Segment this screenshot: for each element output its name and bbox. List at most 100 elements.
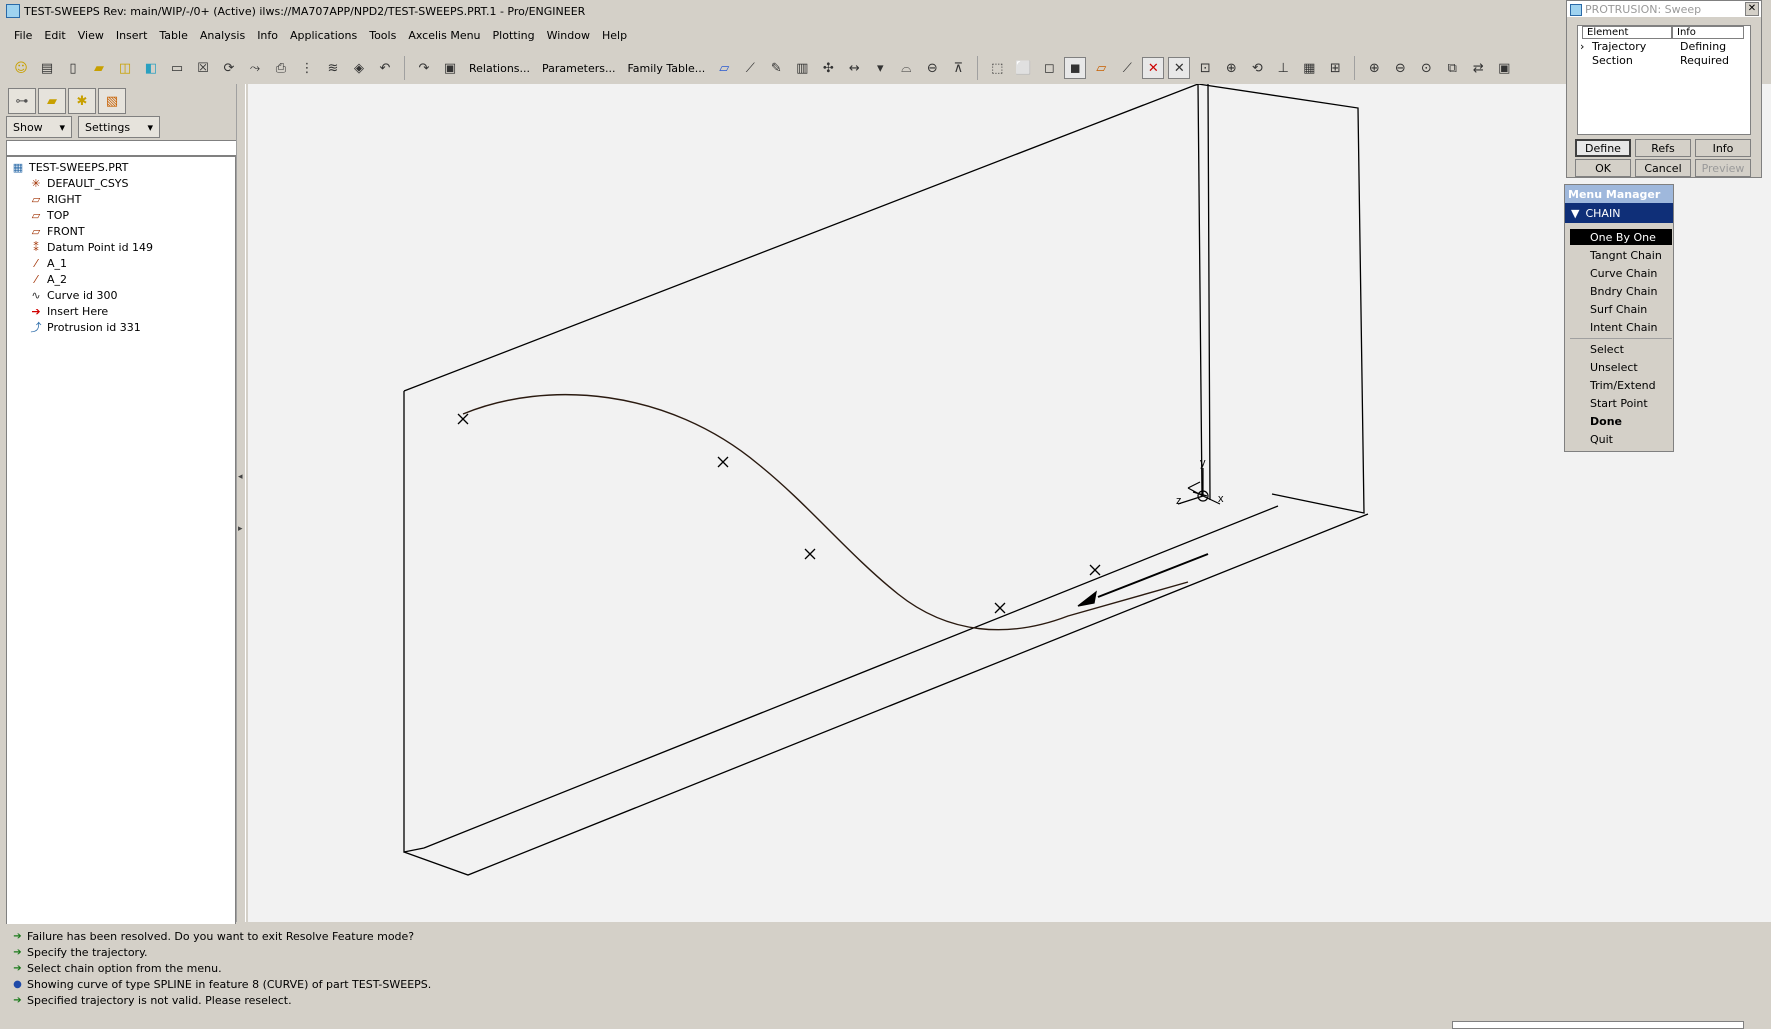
pin-icon[interactable]: ⊥ — [1272, 57, 1294, 79]
chain-menu-header[interactable]: ▼ CHAIN — [1565, 203, 1673, 223]
favorites-tab-icon[interactable]: ✱ — [68, 88, 96, 114]
tree-item[interactable]: ▱ TOP — [29, 207, 69, 223]
menu-help[interactable]: Help — [596, 29, 633, 42]
csys-toggle-icon[interactable]: ✕ — [1168, 57, 1191, 79]
undo-icon[interactable]: ↶ — [374, 57, 396, 79]
regen-manager-icon[interactable]: ⤳ — [244, 57, 266, 79]
model-tree-icon[interactable]: ▤ — [36, 57, 58, 79]
saved-views-icon[interactable]: ▦ — [1298, 57, 1320, 79]
menu-file[interactable]: File — [8, 29, 38, 42]
relations-icon[interactable]: ▣ — [439, 57, 461, 79]
smiley-icon[interactable]: ☺ — [10, 57, 32, 79]
menu-applications[interactable]: Applications — [284, 29, 363, 42]
panel-splitter[interactable]: ◂ ▸ — [236, 84, 246, 922]
zoom-out-icon[interactable]: ⊖ — [1389, 57, 1411, 79]
menu-item-curve-chain[interactable]: Curve Chain — [1570, 265, 1672, 281]
menu-edit[interactable]: Edit — [38, 29, 71, 42]
column-header-element[interactable]: Element — [1582, 26, 1672, 39]
tree-item[interactable]: ✳ DEFAULT_CSYS — [29, 175, 128, 191]
annotation-icon[interactable]: ⊡ — [1194, 57, 1216, 79]
show-button[interactable]: Show ▾ — [6, 116, 72, 138]
menu-insert[interactable]: Insert — [110, 29, 154, 42]
model-graphics[interactable]: y z x — [248, 83, 1771, 922]
settings-button[interactable]: Settings ▾ — [78, 116, 160, 138]
repaint-icon[interactable]: ▣ — [1493, 57, 1515, 79]
model-tree-tab-icon[interactable]: ⊶ — [8, 88, 36, 114]
menu-view[interactable]: View — [72, 29, 110, 42]
menu-table[interactable]: Table — [153, 29, 193, 42]
menu-item-unselect[interactable]: Unselect — [1570, 359, 1672, 375]
reorient-icon[interactable]: ⧉ — [1441, 57, 1463, 79]
redo-icon[interactable]: ↷ — [413, 57, 435, 79]
table-row-element[interactable]: Trajectory — [1592, 40, 1646, 53]
graphics-window[interactable]: y z x — [248, 83, 1771, 922]
connections-tab-icon[interactable]: ▧ — [98, 88, 126, 114]
menu-item-surf-chain[interactable]: Surf Chain — [1570, 301, 1672, 317]
model-hierarchy-icon[interactable]: ⊞ — [1324, 57, 1346, 79]
tree-item[interactable]: ⁄ A_1 — [29, 255, 67, 271]
sketch-tool-icon[interactable]: ✎ — [765, 57, 787, 79]
collapse-left-icon[interactable]: ◂ — [238, 472, 243, 482]
table-row-element[interactable]: Section — [1592, 54, 1633, 67]
parameters-button[interactable]: Parameters... — [538, 62, 619, 75]
shading-icon[interactable]: ◼ — [1064, 57, 1087, 79]
tree-item[interactable]: ➔ Insert Here — [29, 303, 108, 319]
refs-button[interactable]: Refs — [1635, 139, 1691, 157]
view-manager-icon[interactable]: ⇄ — [1467, 57, 1489, 79]
menu-item-select[interactable]: Select — [1570, 341, 1672, 357]
menu-window[interactable]: Window — [541, 29, 596, 42]
refit-icon[interactable]: ⊙ — [1415, 57, 1437, 79]
wireframe-icon[interactable]: ⬚ — [986, 57, 1008, 79]
expand-right-icon[interactable]: ▸ — [238, 524, 243, 534]
point-tool-icon[interactable]: ✣ — [817, 57, 839, 79]
menu-item-intent-chain[interactable]: Intent Chain — [1570, 319, 1672, 335]
menu-analysis[interactable]: Analysis — [194, 29, 251, 42]
no-hidden-icon[interactable]: ◻ — [1038, 57, 1060, 79]
regenerate-icon[interactable]: ⟳ — [218, 57, 240, 79]
family-table-button[interactable]: Family Table... — [623, 62, 709, 75]
menu-item-start-point[interactable]: Start Point — [1570, 395, 1672, 411]
column-header-info[interactable]: Info — [1672, 26, 1744, 39]
save-icon[interactable]: ◫ — [114, 57, 136, 79]
tree-item[interactable]: ⁄ A_2 — [29, 271, 67, 287]
tree-item[interactable]: ∿ Curve id 300 — [29, 287, 117, 303]
tree-item[interactable]: ▱ FRONT — [29, 223, 85, 239]
axis-display-icon[interactable]: ⊖ — [921, 57, 943, 79]
menu-item-quit[interactable]: Quit — [1570, 431, 1672, 447]
spin-center-icon[interactable]: ⊕ — [1220, 57, 1242, 79]
print-icon[interactable]: ⎙ — [270, 57, 292, 79]
status-field[interactable] — [1452, 1021, 1744, 1029]
menu-item-done[interactable]: Done — [1570, 413, 1672, 429]
menu-axcelis[interactable]: Axcelis Menu — [402, 29, 486, 42]
datum-plane-tool-icon[interactable]: ▱ — [713, 57, 735, 79]
layers-icon[interactable]: ≋ — [322, 57, 344, 79]
close-icon[interactable]: ✕ — [1745, 2, 1759, 16]
open-folder-icon[interactable]: ▰ — [88, 57, 110, 79]
menu-item-bndry-chain[interactable]: Bndry Chain — [1570, 283, 1672, 299]
tree-item[interactable]: ⁑ Datum Point id 149 — [29, 239, 153, 255]
hidden-line-icon[interactable]: ⬜ — [1012, 57, 1034, 79]
datum-planes-toggle-icon[interactable]: ▱ — [1090, 57, 1112, 79]
menu-plotting[interactable]: Plotting — [487, 29, 541, 42]
menu-tools[interactable]: Tools — [363, 29, 402, 42]
folder-browser-tab-icon[interactable]: ▰ — [38, 88, 66, 114]
zoom-in-icon[interactable]: ⊕ — [1363, 57, 1385, 79]
menu-info[interactable]: Info — [251, 29, 284, 42]
preview-button[interactable]: Preview — [1695, 159, 1751, 177]
info-button[interactable]: Info — [1695, 139, 1751, 157]
tree-filter-field[interactable] — [6, 140, 238, 156]
plane-display-icon[interactable]: ⌓ — [895, 57, 917, 79]
component-icon[interactable]: ▥ — [791, 57, 813, 79]
close-window-icon[interactable]: ☒ — [192, 57, 214, 79]
tree-item[interactable]: ▦ TEST-SWEEPS.PRT — [11, 159, 129, 175]
datum-axes-toggle-icon[interactable]: ⟋ — [1116, 57, 1138, 79]
distribute-icon[interactable]: ⋮ — [296, 57, 318, 79]
save-copy-icon[interactable]: ◧ — [140, 57, 162, 79]
tree-item[interactable]: ⤴ Protrusion id 331 — [29, 319, 141, 335]
orient-icon[interactable]: ⟲ — [1246, 57, 1268, 79]
dropdown-arrow-icon[interactable]: ▾ — [869, 57, 891, 79]
window-icon[interactable]: ▭ — [166, 57, 188, 79]
ok-button[interactable]: OK — [1575, 159, 1631, 177]
menu-item-trim-extend[interactable]: Trim/Extend — [1570, 377, 1672, 393]
layer-settings-icon[interactable]: ◈ — [348, 57, 370, 79]
